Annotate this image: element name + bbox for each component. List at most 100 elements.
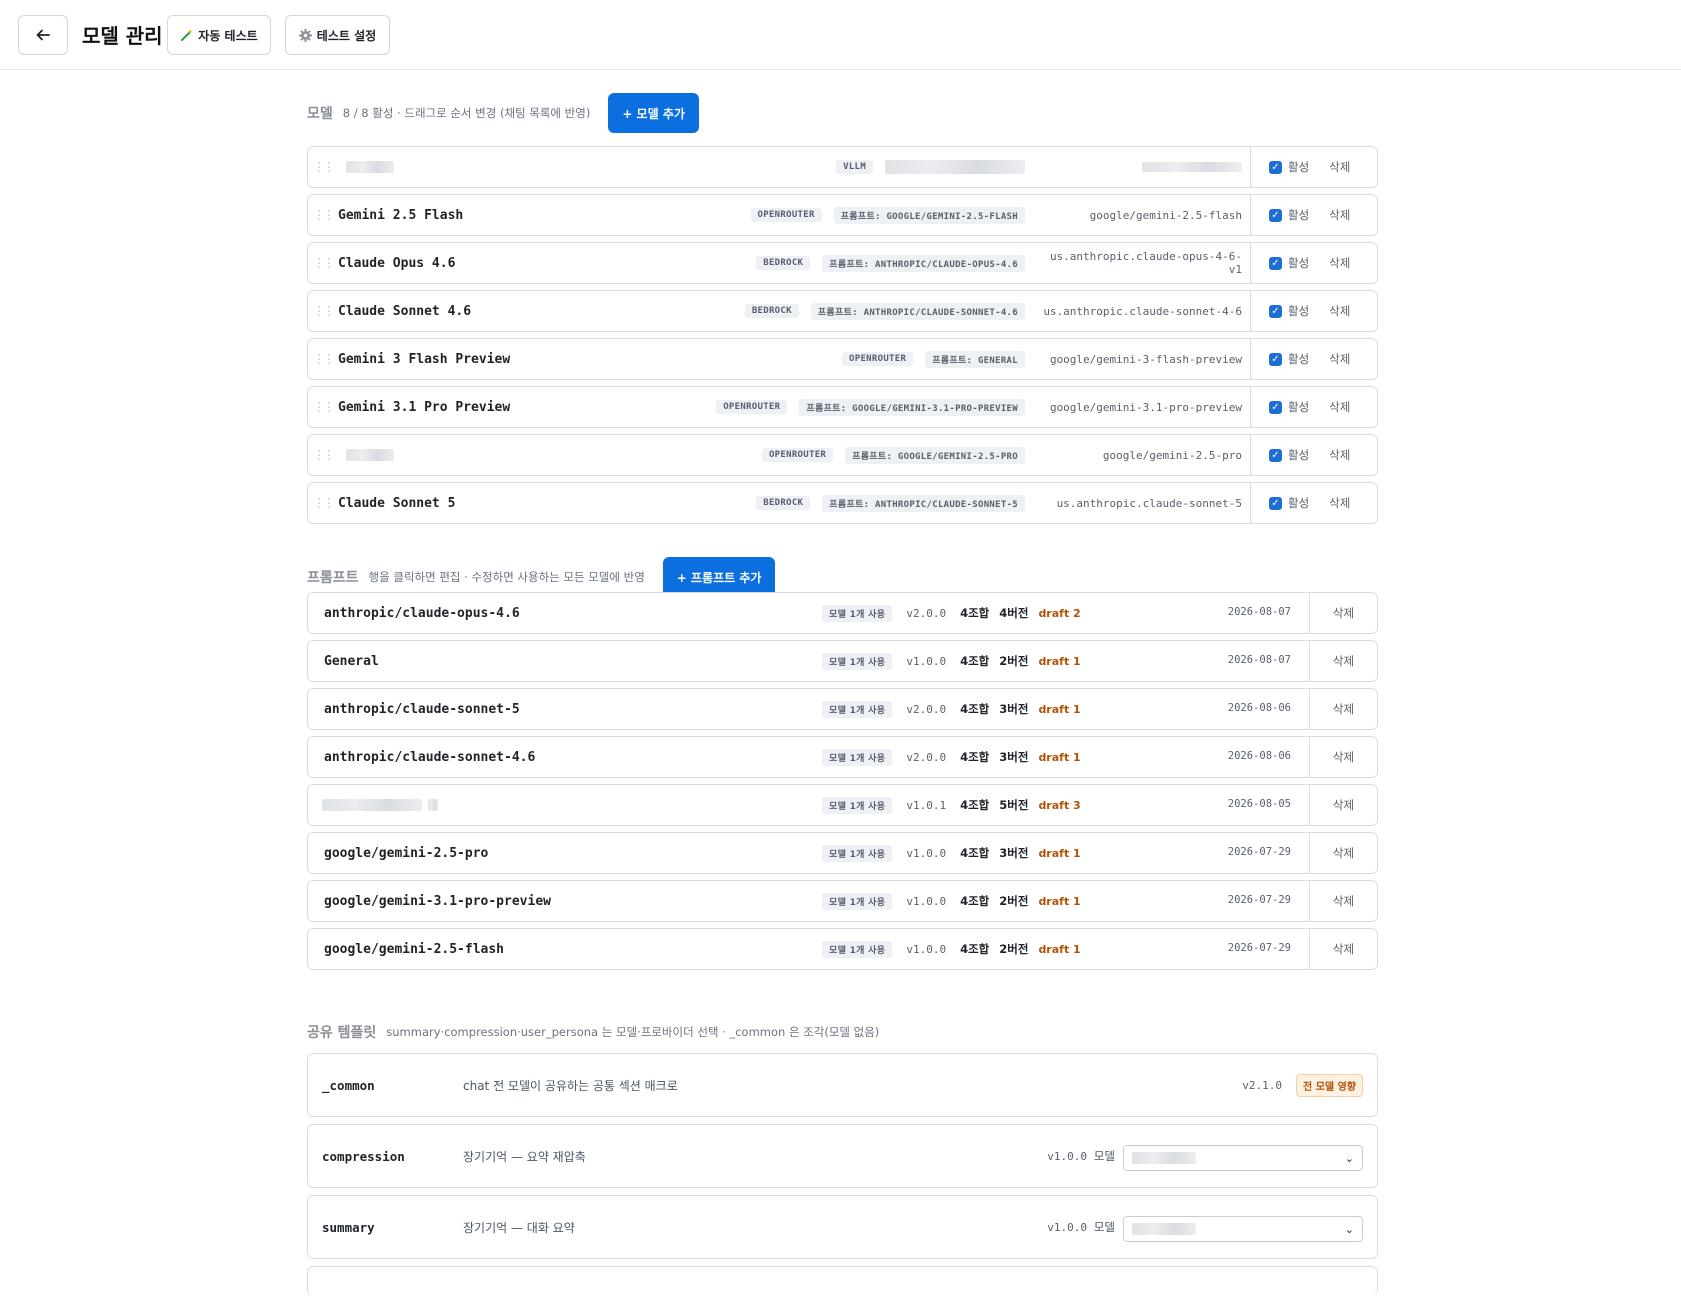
drag-handle-icon[interactable]: ⋮⋮ xyxy=(308,496,338,510)
template-row-summary[interactable]: summary 장기기억 — 대화 요약 v1.0.0 모델 ⌄ xyxy=(307,1195,1378,1259)
prompt-combos: 4조합 xyxy=(960,798,990,812)
prompt-row[interactable]: anthropic/claude-opus-4.6 모델 1개 사용 v2.0.0 4… xyxy=(307,592,1378,634)
delete-model-button[interactable]: 삭제 xyxy=(1329,159,1350,175)
prompt-row-actions: 삭제 xyxy=(1309,737,1377,777)
model-row-actions: ✓ 활성 삭제 xyxy=(1250,243,1377,283)
active-toggle[interactable]: ✓ 활성 xyxy=(1269,255,1309,271)
checkbox-checked-icon[interactable]: ✓ xyxy=(1269,160,1282,174)
drag-handle-icon[interactable]: ⋮⋮ xyxy=(308,256,338,270)
model-id: us.anthropic.claude-sonnet-4-6 xyxy=(1043,304,1242,318)
prompt-version: v2.0.0 xyxy=(906,750,947,764)
add-model-button[interactable]: + 모델 추가 xyxy=(608,93,699,133)
model-row[interactable]: ⋮⋮ Gemini 2.5 Flash OPENROUTER 프롬프트: GOOGLE… xyxy=(307,194,1378,236)
active-toggle[interactable]: ✓ 활성 xyxy=(1269,351,1309,367)
delete-prompt-button[interactable]: 삭제 xyxy=(1333,701,1354,717)
prompt-row[interactable]: General 모델 1개 사용 v1.0.0 4조합 2버전 draft 1 2026-0… xyxy=(307,640,1378,682)
active-toggle[interactable]: ✓ 활성 xyxy=(1269,207,1309,223)
delete-prompt-button[interactable]: 삭제 xyxy=(1333,941,1354,957)
template-row-common[interactable]: _common chat 전 모델이 공유하는 공통 섹션 매크로 v2.1.0… xyxy=(307,1053,1378,1117)
page-title: 모델 관리 xyxy=(82,24,163,48)
prompt-version: v1.0.0 xyxy=(906,894,947,908)
model-meta: BEDROCK 프롬프트: ANTHROPIC/CLAUDE-SONNET-5 us… xyxy=(756,483,1242,523)
model-row[interactable]: ⋮⋮ VLLM ✓ 활성 삭제 xyxy=(307,146,1378,188)
checkbox-checked-icon[interactable]: ✓ xyxy=(1269,496,1282,510)
prompt-row[interactable]: anthropic/claude-sonnet-4.6 모델 1개 사용 v2.0.… xyxy=(307,736,1378,778)
redacted-prompt xyxy=(885,160,1025,174)
delete-model-button[interactable]: 삭제 xyxy=(1329,207,1350,223)
test-settings-label: 테스트 설정 xyxy=(316,28,377,43)
drag-handle-icon[interactable]: ⋮⋮ xyxy=(308,208,338,222)
prompt-date: 2026-08-06 xyxy=(1227,750,1291,762)
active-toggle[interactable]: ✓ 활성 xyxy=(1269,399,1309,415)
active-label: 활성 xyxy=(1288,256,1310,270)
back-button[interactable] xyxy=(18,15,68,55)
prompt-row-actions: 삭제 xyxy=(1309,785,1377,825)
delete-model-button[interactable]: 삭제 xyxy=(1329,351,1350,367)
add-prompt-button[interactable]: + 프롬프트 추가 xyxy=(662,557,776,597)
template-row-compression[interactable]: compression 장기기억 — 요약 재압축 v1.0.0 모델 ⌄ xyxy=(307,1124,1378,1188)
model-row[interactable]: ⋮⋮ Claude Opus 4.6 BEDROCK 프롬프트: ANTHROPIC/… xyxy=(307,242,1378,284)
drag-handle-icon[interactable]: ⋮⋮ xyxy=(308,400,338,414)
provider-badge: OPENROUTER xyxy=(761,448,834,462)
model-row[interactable]: ⋮⋮ Gemini 3.1 Pro Preview OPENROUTER 프롬프트: … xyxy=(307,386,1378,428)
model-name: Gemini 3 Flash Preview xyxy=(338,351,511,367)
drag-handle-icon[interactable]: ⋮⋮ xyxy=(308,160,338,174)
drag-handle-icon[interactable]: ⋮⋮ xyxy=(308,448,338,462)
draft-count: draft 1 xyxy=(1038,894,1081,908)
checkbox-checked-icon[interactable]: ✓ xyxy=(1269,352,1282,366)
prompt-row[interactable]: 모델 1개 사용 v1.0.1 4조합 5버전 draft 3 2026-08-05 삭제 xyxy=(307,784,1378,826)
model-id: us.anthropic.claude-opus-4-6-v1 xyxy=(1049,250,1242,276)
prompt-row-actions: 삭제 xyxy=(1309,881,1377,921)
model-row[interactable]: ⋮⋮ Gemini 3 Flash Preview OPENROUTER 프롬프트: … xyxy=(307,338,1378,380)
templates-section-header: 공유 템플릿 summary·compression·user_persona … xyxy=(307,1022,879,1042)
model-row[interactable]: ⋮⋮ OPENROUTER 프롬프트: GOOGLE/GEMINI-2.5-PRO g… xyxy=(307,434,1378,476)
prompt-combos: 4조합 xyxy=(960,942,990,956)
checkbox-checked-icon[interactable]: ✓ xyxy=(1269,256,1282,270)
drag-handle-icon[interactable]: ⋮⋮ xyxy=(308,352,338,366)
delete-prompt-button[interactable]: 삭제 xyxy=(1333,605,1354,621)
model-row[interactable]: ⋮⋮ Claude Sonnet 5 BEDROCK 프롬프트: ANTHROPIC/… xyxy=(307,482,1378,524)
delete-prompt-button[interactable]: 삭제 xyxy=(1333,893,1354,909)
delete-model-button[interactable]: 삭제 xyxy=(1329,255,1350,271)
active-label: 활성 xyxy=(1288,400,1310,414)
prompt-row-actions: 삭제 xyxy=(1309,833,1377,873)
delete-prompt-button[interactable]: 삭제 xyxy=(1333,845,1354,861)
delete-prompt-button[interactable]: 삭제 xyxy=(1333,653,1354,669)
delete-model-button[interactable]: 삭제 xyxy=(1329,399,1350,415)
model-row-actions: ✓ 활성 삭제 xyxy=(1250,291,1377,331)
draft-count: draft 1 xyxy=(1038,846,1081,860)
compression-model-select[interactable]: ⌄ xyxy=(1123,1145,1363,1171)
templates-section-title: 공유 템플릿 xyxy=(307,1025,377,1041)
template-name: summary xyxy=(322,1219,375,1235)
auto-test-button[interactable]: 자동 테스트 xyxy=(167,15,271,55)
prompt-badge: 프롬프트: ANTHROPIC/CLAUDE-SONNET-5 xyxy=(822,494,1025,512)
test-settings-button[interactable]: 테스트 설정 xyxy=(285,15,390,55)
template-desc: chat 전 모델이 공유하는 공통 섹션 매크로 xyxy=(463,1078,678,1093)
checkbox-checked-icon[interactable]: ✓ xyxy=(1269,448,1282,462)
prompt-row[interactable]: google/gemini-2.5-flash 모델 1개 사용 v1.0.0 4조합… xyxy=(307,928,1378,970)
delete-model-button[interactable]: 삭제 xyxy=(1329,303,1350,319)
active-label: 활성 xyxy=(1288,304,1310,318)
model-id: google/gemini-2.5-pro xyxy=(1102,448,1242,462)
checkbox-checked-icon[interactable]: ✓ xyxy=(1269,208,1282,222)
active-toggle[interactable]: ✓ 활성 xyxy=(1269,495,1309,511)
model-row[interactable]: ⋮⋮ Claude Sonnet 4.6 BEDROCK 프롬프트: ANTHROPI… xyxy=(307,290,1378,332)
drag-handle-icon[interactable]: ⋮⋮ xyxy=(308,304,338,318)
prompt-row[interactable]: google/gemini-2.5-pro 모델 1개 사용 v1.0.0 4조합 3버… xyxy=(307,832,1378,874)
checkbox-checked-icon[interactable]: ✓ xyxy=(1269,400,1282,414)
delete-model-button[interactable]: 삭제 xyxy=(1329,495,1350,511)
prompt-badge: 프롬프트: GENERAL xyxy=(925,350,1025,368)
prompt-row[interactable]: google/gemini-3.1-pro-preview 모델 1개 사용 v1.… xyxy=(307,880,1378,922)
delete-prompt-button[interactable]: 삭제 xyxy=(1333,749,1354,765)
active-toggle[interactable]: ✓ 활성 xyxy=(1269,159,1309,175)
summary-model-select[interactable]: ⌄ xyxy=(1123,1216,1363,1242)
active-toggle[interactable]: ✓ 활성 xyxy=(1269,447,1309,463)
prompt-row-actions: 삭제 xyxy=(1309,593,1377,633)
delete-model-button[interactable]: 삭제 xyxy=(1329,447,1350,463)
prompt-row[interactable]: anthropic/claude-sonnet-5 모델 1개 사용 v2.0.0 4… xyxy=(307,688,1378,730)
active-toggle[interactable]: ✓ 활성 xyxy=(1269,303,1309,319)
delete-prompt-button[interactable]: 삭제 xyxy=(1333,797,1354,813)
redacted-prompt-name xyxy=(322,799,422,811)
model-meta: OPENROUTER 프롬프트: GOOGLE/GEMINI-3.1-PRO-PR… xyxy=(716,387,1242,427)
checkbox-checked-icon[interactable]: ✓ xyxy=(1269,304,1282,318)
